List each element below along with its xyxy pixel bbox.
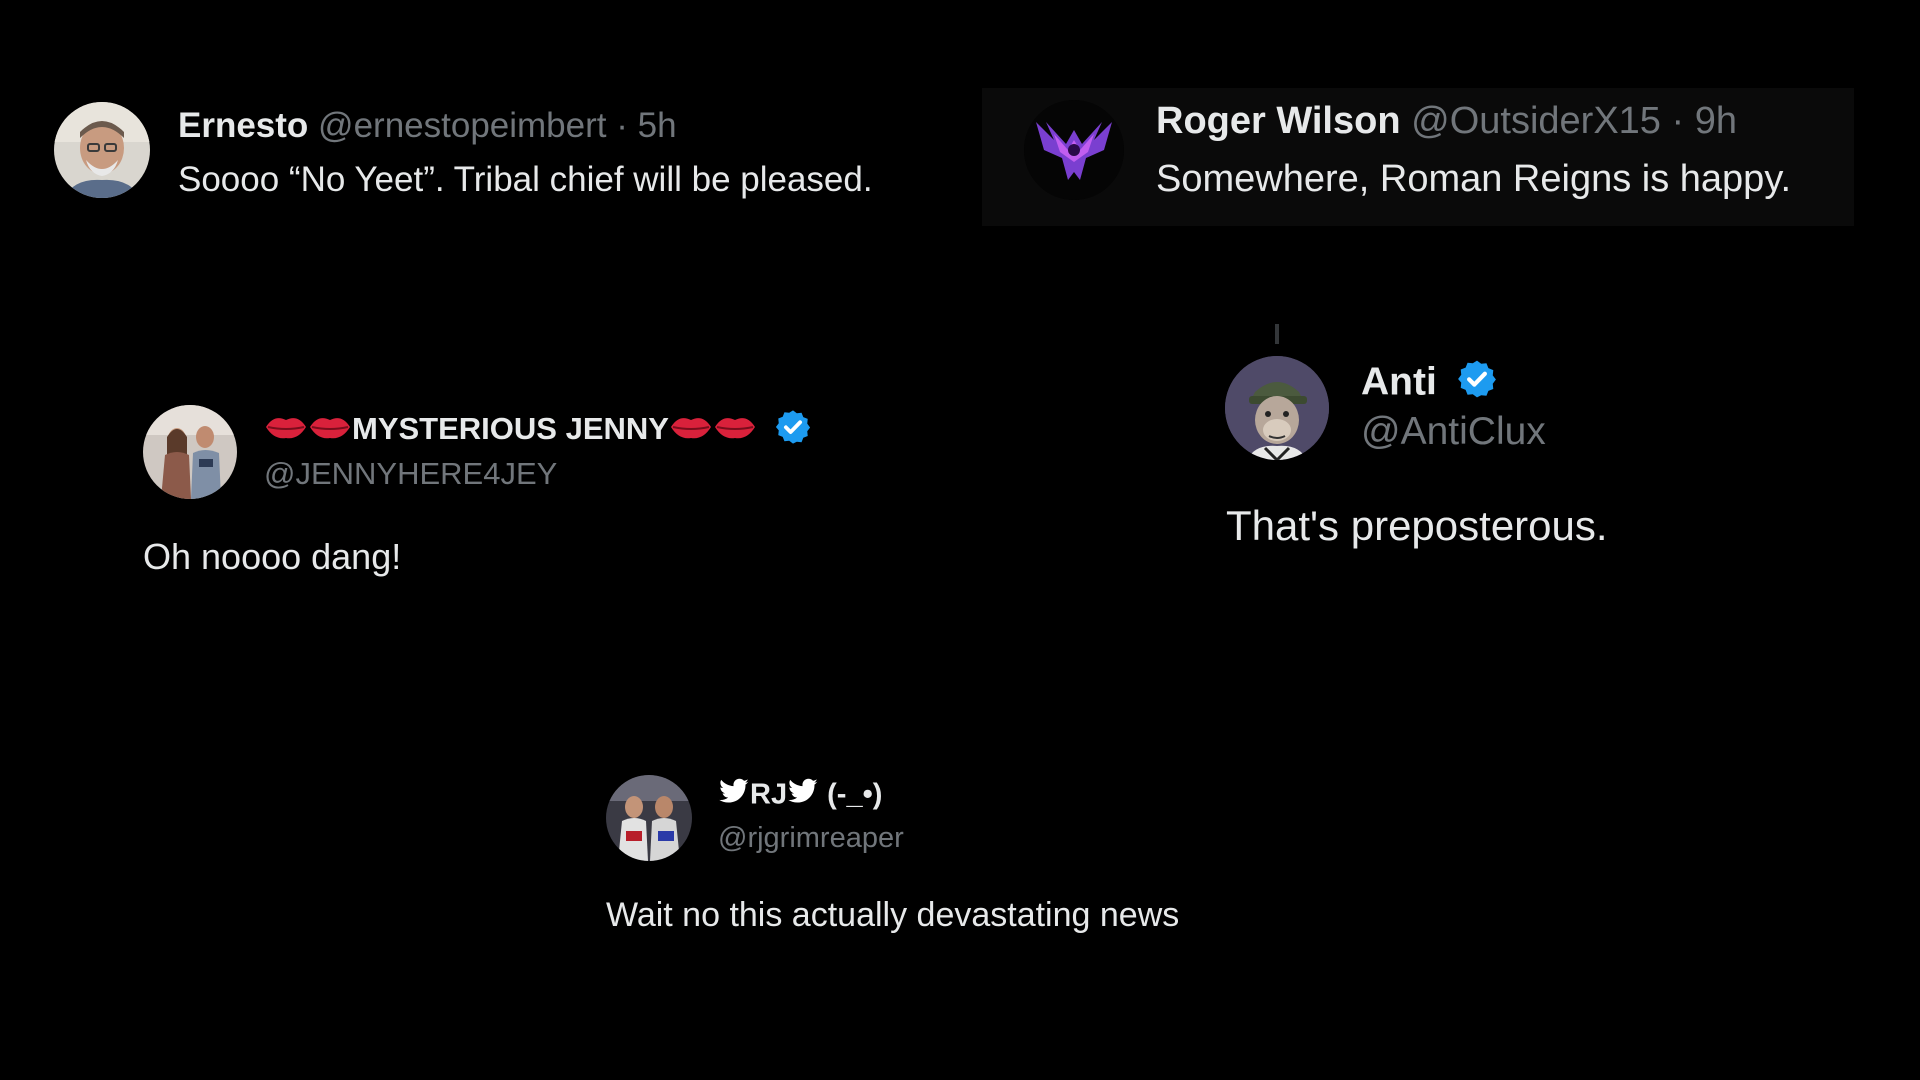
lips-icon <box>713 412 757 450</box>
timestamp[interactable]: 9h <box>1695 100 1737 142</box>
tweet-text: Soooo “No Yeet”. Tribal chief will be pl… <box>178 160 873 199</box>
display-name[interactable]: MYSTERIOUS JENNY <box>352 411 669 446</box>
tweet-text: Oh noooo dang! <box>143 536 402 577</box>
display-name[interactable]: Ernesto <box>178 106 308 145</box>
avatar-ape-illustration-icon <box>1225 356 1329 460</box>
handle[interactable]: @rjgrimreaper <box>718 822 904 855</box>
display-name[interactable]: RJ <box>750 779 787 811</box>
avatar[interactable] <box>54 102 150 198</box>
tweet-text: That's preposterous. <box>1226 502 1608 549</box>
display-name[interactable]: Roger Wilson <box>1156 100 1401 142</box>
display-name-suffix: (-_•) <box>827 778 883 811</box>
separator-dot: · <box>616 106 628 145</box>
avatar-man-photo-icon <box>54 102 150 198</box>
lips-icon <box>669 412 713 450</box>
verified-badge-icon[interactable] <box>1456 358 1498 410</box>
lips-icon <box>308 412 352 450</box>
avatar-purple-emblem-icon <box>1024 100 1124 200</box>
bird-icon <box>787 778 819 814</box>
tweet-text: Somewhere, Roman Reigns is happy. <box>1156 158 1792 200</box>
avatar[interactable] <box>1225 356 1329 460</box>
avatar-couple-photo-icon <box>143 405 237 499</box>
tweet-text: Wait no this actually devastating news <box>606 896 1180 934</box>
avatar[interactable] <box>606 775 692 861</box>
handle[interactable]: @AntiClux <box>1361 410 1546 454</box>
separator-dot: · <box>1671 100 1685 142</box>
display-name[interactable]: Anti <box>1361 360 1437 403</box>
avatar[interactable] <box>143 405 237 499</box>
handle[interactable]: @OutsiderX15 <box>1411 100 1661 142</box>
avatar-wrestlers-photo-icon <box>606 775 692 861</box>
avatar[interactable] <box>1024 100 1124 200</box>
thread-connector-line <box>1275 324 1279 344</box>
timestamp[interactable]: 5h <box>638 106 677 145</box>
handle[interactable]: @ernestopeimbert <box>318 106 606 145</box>
verified-badge-icon[interactable] <box>774 408 812 454</box>
bird-icon <box>718 778 750 814</box>
lips-icon <box>264 412 308 450</box>
tweet-collage: Ernesto @ernestopeimbert · 5h Soooo “No … <box>0 0 1920 1080</box>
handle[interactable]: @JENNYHERE4JEY <box>264 456 557 492</box>
